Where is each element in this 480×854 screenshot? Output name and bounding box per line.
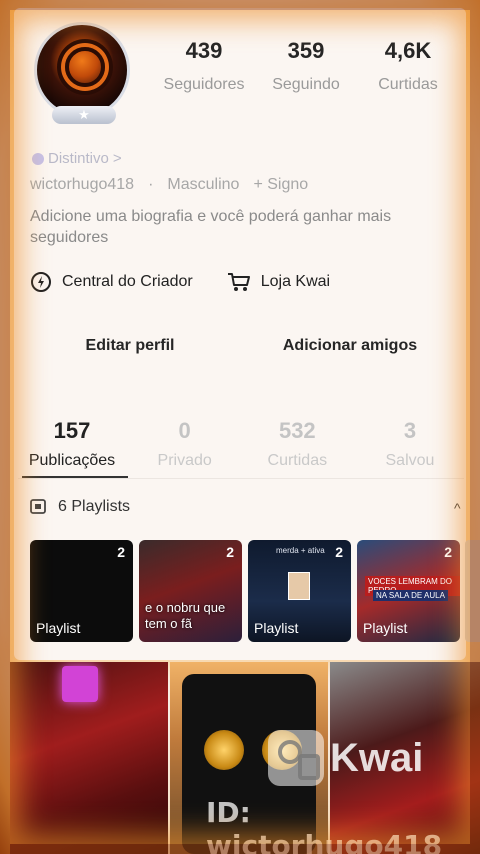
playlist-title: Playlist bbox=[36, 620, 81, 636]
kwai-shop-label: Loja Kwai bbox=[260, 273, 331, 290]
likes-count: 4,6K bbox=[384, 38, 432, 63]
badge-link[interactable]: Distintivo > bbox=[32, 150, 122, 167]
kwai-shop-button[interactable]: Loja Kwai bbox=[227, 271, 330, 293]
likes-label: Curtidas bbox=[378, 76, 438, 93]
followers-count: 439 bbox=[185, 38, 223, 63]
avatar-level-badge: ★ bbox=[52, 106, 116, 124]
playlist-thumb-text: merda + ativa bbox=[276, 546, 325, 555]
followers-label: Seguidores bbox=[163, 76, 245, 93]
kwai-logo-icon bbox=[268, 730, 324, 786]
playlist-item-count: 2 bbox=[335, 544, 343, 560]
playlist-icon bbox=[30, 499, 46, 514]
chevron-right-icon: > bbox=[112, 150, 122, 167]
playlist-title: Playlist bbox=[254, 620, 299, 636]
private-count: 0 bbox=[178, 418, 191, 443]
saved-label: Salvou bbox=[385, 452, 435, 469]
avatar[interactable]: ★ bbox=[30, 18, 136, 124]
kwai-brand: Kwai bbox=[330, 735, 424, 780]
content-tabs: 157 Publicações 0 Privado 532 Curtidas 3… bbox=[18, 418, 464, 478]
playlist-thumb-tag: NA SALA DE AULA bbox=[373, 590, 448, 601]
tab-private[interactable]: 0 Privado bbox=[131, 418, 239, 478]
gender: Masculino bbox=[167, 176, 240, 193]
playlist-title: Playlist bbox=[363, 620, 408, 636]
stat-likes[interactable]: 4,6K Curtidas bbox=[360, 38, 456, 108]
watermark-user-id: ID: wictorhugo418 bbox=[206, 796, 443, 854]
playlist-card[interactable]: VOCES LEMBRAM DO PEDRO NA SALA DE AULA 2… bbox=[357, 540, 460, 642]
saved-count: 3 bbox=[403, 418, 417, 443]
private-label: Privado bbox=[157, 452, 212, 469]
tab-publications[interactable]: 157 Publicações bbox=[18, 418, 126, 478]
profile-meta: wictorhugo418 · Masculino + Signo bbox=[30, 176, 308, 194]
cart-icon bbox=[227, 273, 250, 291]
creator-center-label: Central do Criador bbox=[62, 273, 193, 290]
following-count: 359 bbox=[287, 38, 325, 63]
playlist-item-count: 2 bbox=[444, 544, 452, 560]
chevron-up-icon[interactable]: ^ bbox=[454, 500, 461, 516]
creator-center-button[interactable]: Central do Criador bbox=[30, 271, 193, 293]
publications-count: 157 bbox=[53, 418, 91, 443]
bio-prompt[interactable]: Adicione uma biografia e você poderá gan… bbox=[30, 206, 450, 248]
stat-following[interactable]: 359 Seguindo bbox=[258, 38, 354, 108]
liked-label: Curtidas bbox=[267, 452, 328, 469]
video-thumbnail[interactable] bbox=[10, 662, 168, 854]
add-friends-button[interactable]: Adicionar amigos bbox=[250, 334, 450, 358]
tab-liked[interactable]: 532 Curtidas bbox=[243, 418, 351, 478]
playlists-header[interactable]: 6 Playlists bbox=[30, 498, 470, 516]
playlist-item-count: 2 bbox=[226, 544, 234, 560]
tab-saved[interactable]: 3 Salvou bbox=[356, 418, 464, 478]
kwai-watermark: Kwai bbox=[268, 730, 423, 786]
stat-followers[interactable]: 439 Seguidores bbox=[156, 38, 252, 108]
playlist-caption: e o nobru que tem o fã bbox=[145, 600, 226, 631]
playlist-card[interactable]: 2 Playlist bbox=[30, 540, 133, 642]
playlist-thumb-photo bbox=[288, 572, 310, 600]
playlist-item-count: 2 bbox=[117, 544, 125, 560]
add-sign-button[interactable]: + Signo bbox=[253, 176, 308, 194]
badge-label: Distintivo bbox=[48, 150, 109, 167]
liked-count: 532 bbox=[278, 418, 316, 443]
playlist-card[interactable]: merda + ativa 2 Playlist bbox=[248, 540, 351, 642]
playlist-card-peek[interactable] bbox=[465, 540, 480, 642]
lightning-circle-icon bbox=[31, 272, 51, 292]
profile-stats: 439 Seguidores 359 Seguindo 4,6K Curtida… bbox=[156, 38, 456, 108]
tabs-divider bbox=[18, 478, 464, 479]
avatar-image bbox=[34, 22, 130, 118]
playlist-card[interactable]: 2 e o nobru que tem o fã bbox=[139, 540, 242, 642]
meta-separator: · bbox=[148, 176, 154, 193]
playlists-count-label: 6 Playlists bbox=[58, 498, 131, 515]
edit-profile-button[interactable]: Editar perfil bbox=[30, 334, 230, 358]
playlist-carousel: 2 Playlist 2 e o nobru que tem o fã merd… bbox=[30, 540, 480, 642]
username: wictorhugo418 bbox=[30, 176, 135, 193]
publications-label: Publicações bbox=[28, 452, 116, 469]
badge-icon bbox=[32, 152, 44, 165]
creator-tools: Central do Criador Loja Kwai bbox=[30, 271, 330, 293]
following-label: Seguindo bbox=[272, 76, 340, 93]
profile-actions: Editar perfil Adicionar amigos bbox=[30, 334, 450, 358]
